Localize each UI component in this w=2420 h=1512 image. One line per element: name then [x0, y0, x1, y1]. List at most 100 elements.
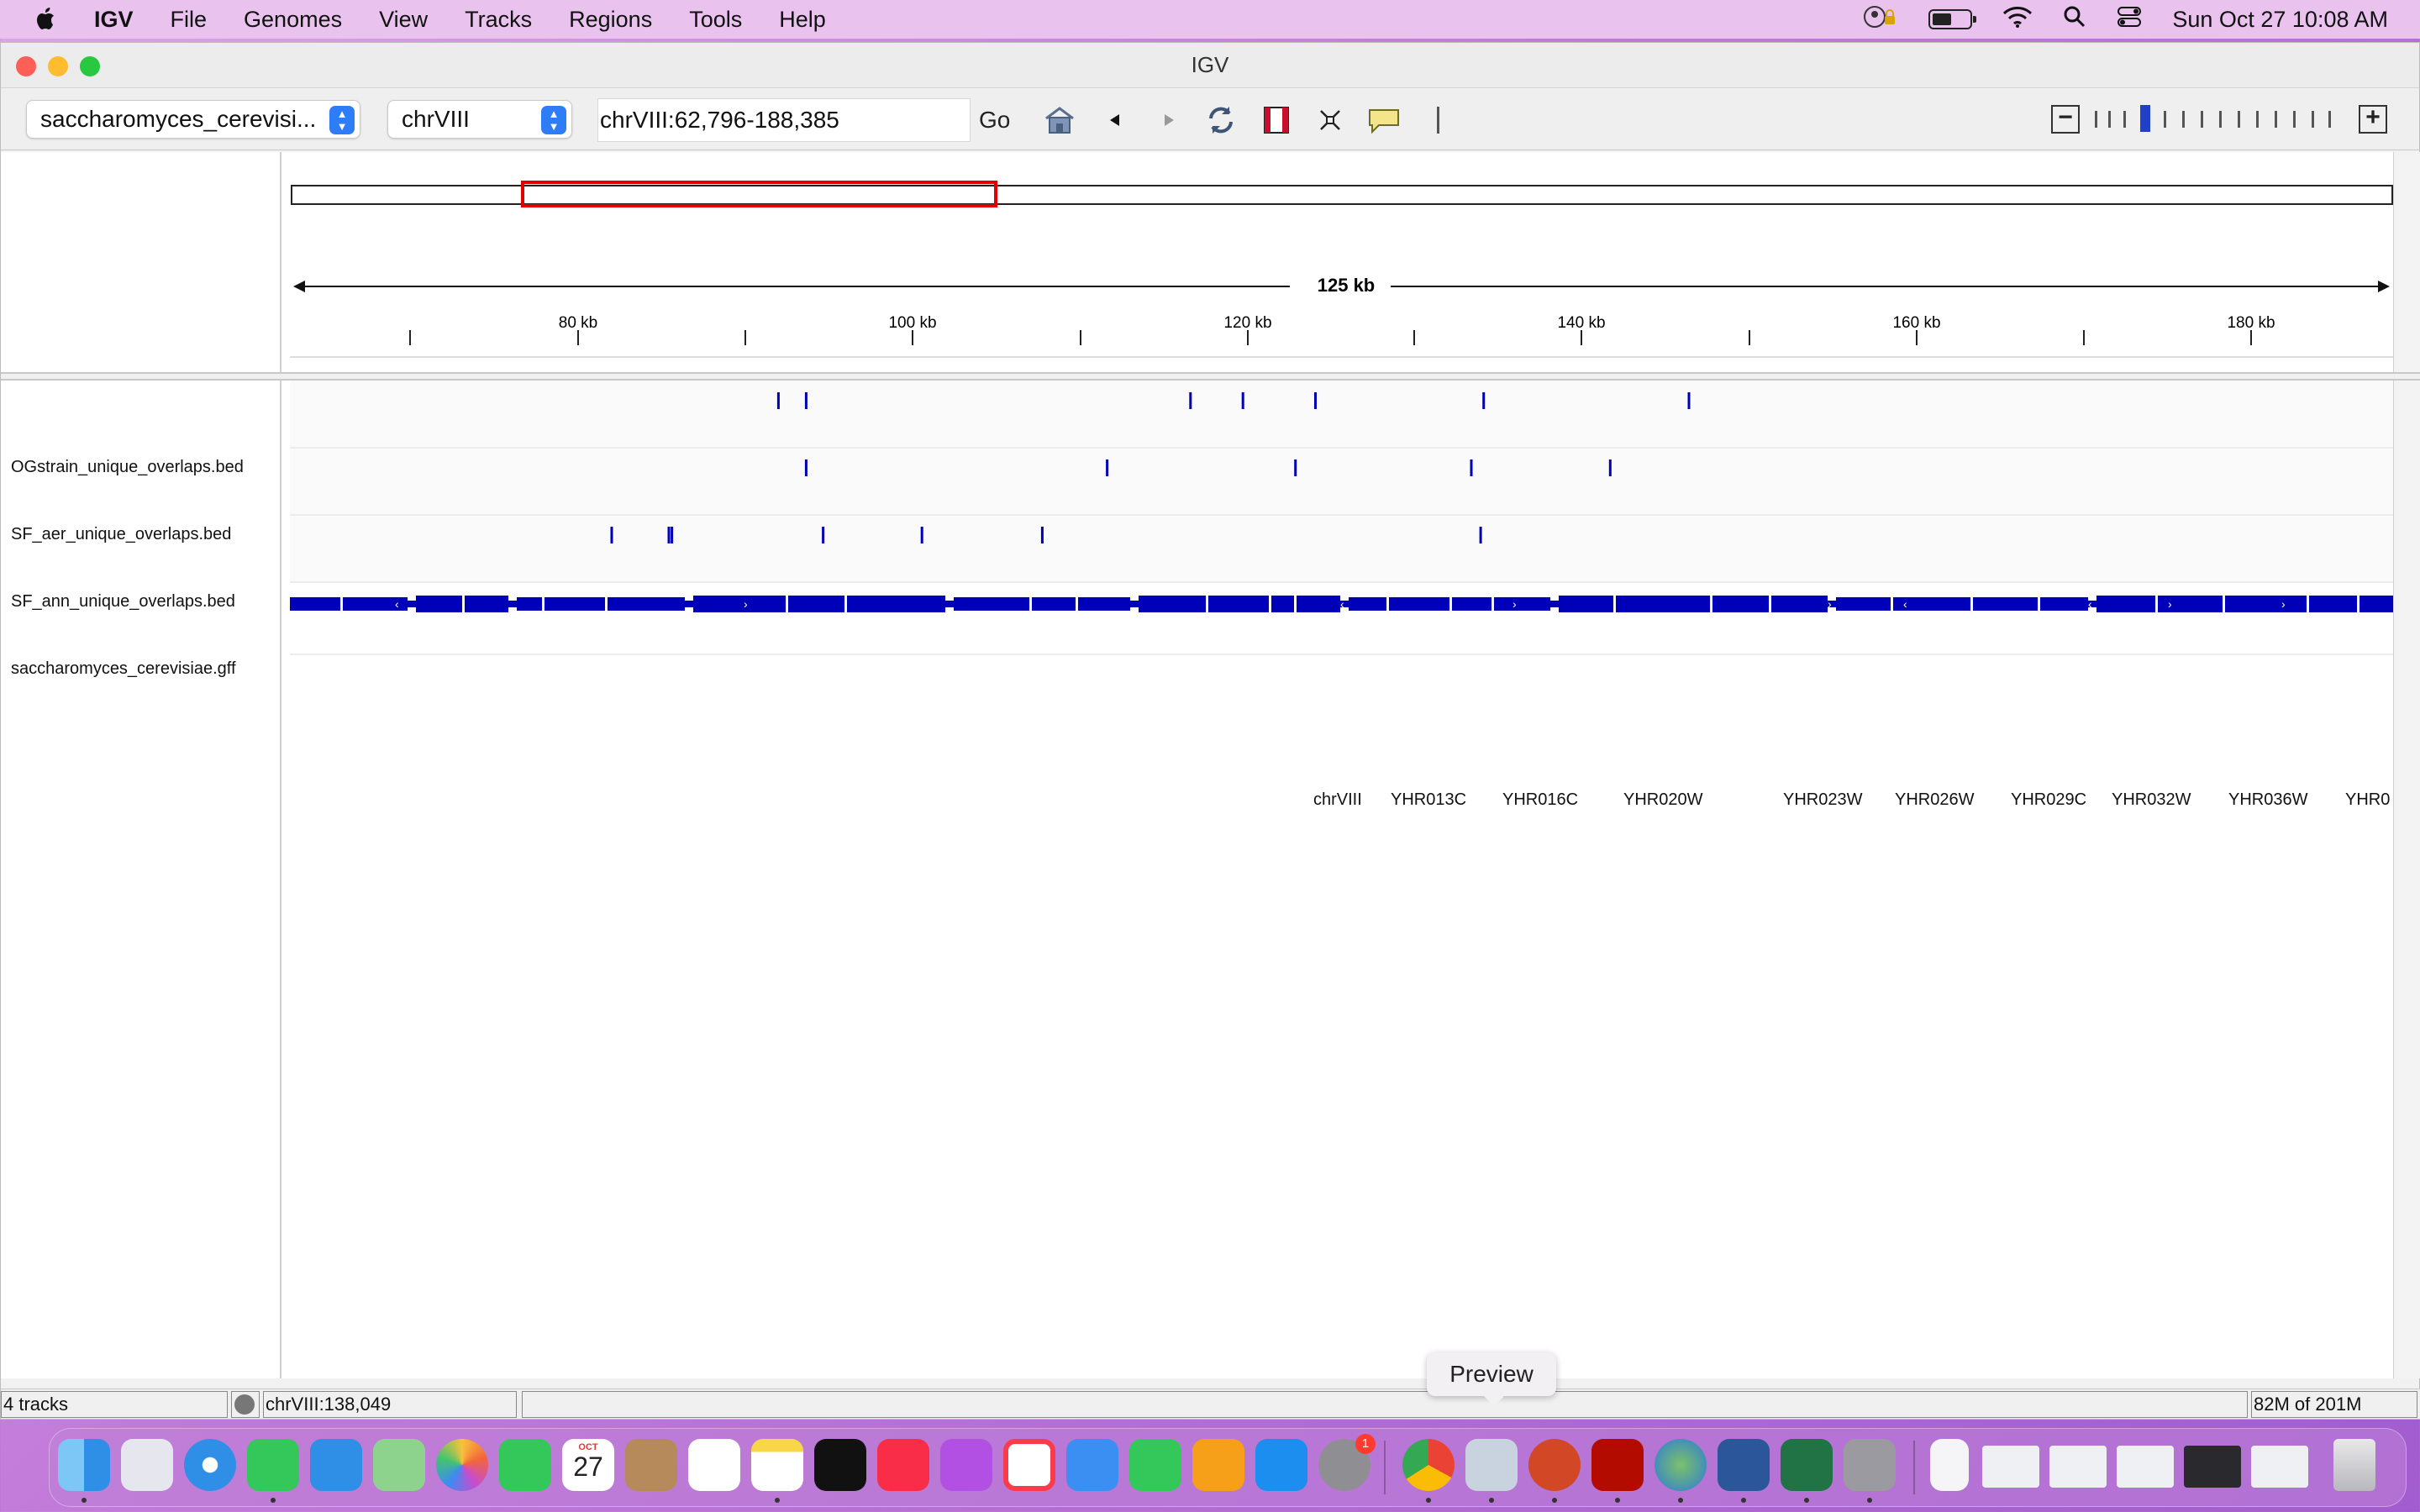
zoom-tick[interactable] [2164, 111, 2166, 128]
menubar-clock[interactable]: Sun Oct 27 10:08 AM [2172, 7, 2388, 33]
zoom-tick[interactable] [2219, 111, 2222, 128]
menu-tools[interactable]: Tools [689, 7, 742, 33]
system-preferences-icon[interactable]: 1 [1318, 1434, 1376, 1491]
minimized-window-thumbnail[interactable] [2251, 1446, 2308, 1488]
music-icon[interactable] [877, 1439, 929, 1491]
minimized-window-thumbnail[interactable] [1982, 1446, 2039, 1488]
podcasts-icon[interactable] [940, 1439, 992, 1491]
resize-to-window-icon[interactable] [1313, 103, 1347, 137]
back-arrow-icon[interactable] [1098, 103, 1132, 137]
vpn-icon[interactable] [1655, 1439, 1707, 1491]
gene-label[interactable]: YHR016C [1502, 790, 1578, 810]
zoom-tick[interactable] [2095, 111, 2097, 128]
igv-app-icon[interactable] [1844, 1439, 1896, 1491]
data-panel[interactable]: 125 kb 80 kb 100 kb 120 kb 140 kb 160 kb… [290, 152, 2393, 1378]
minimize-window-button[interactable] [48, 56, 68, 76]
bed-feature[interactable] [1040, 527, 1044, 543]
track-name-gff[interactable]: saccharomyces_cerevisiae.gff [11, 659, 236, 679]
locus-input[interactable]: chrVIII:62,796-188,385 [597, 98, 971, 142]
gene-label[interactable]: YHR013C [1391, 790, 1466, 810]
menu-app-igv[interactable]: IGV [94, 7, 134, 33]
contacts-icon[interactable] [625, 1439, 677, 1491]
word-icon[interactable] [1718, 1439, 1770, 1491]
zoom-tick[interactable] [2182, 111, 2185, 128]
zoom-in-button[interactable]: + [2359, 105, 2387, 134]
gene-label[interactable]: YHR032W [2112, 790, 2191, 810]
zoom-tick[interactable] [2238, 111, 2240, 128]
gene-label[interactable]: chrVIII [1313, 790, 1362, 810]
chromosome-select[interactable]: chrVIII ▲ ▼ [387, 100, 572, 139]
bed-feature[interactable] [1470, 459, 1473, 476]
excel-icon[interactable] [1781, 1439, 1833, 1491]
bed-feature[interactable] [667, 527, 671, 543]
zoom-tick[interactable] [2256, 111, 2259, 128]
facetime-icon[interactable] [499, 1439, 551, 1491]
gene-label[interactable]: YHR029C [2011, 790, 2086, 810]
forward-arrow-icon[interactable] [1152, 103, 1186, 137]
status-memory[interactable]: 82M of 201M [2251, 1391, 2417, 1418]
document-icon[interactable] [1930, 1439, 1969, 1491]
menu-regions[interactable]: Regions [569, 7, 652, 33]
powerpoint-icon[interactable] [1528, 1439, 1581, 1491]
notes-icon[interactable] [751, 1439, 803, 1491]
bed-feature[interactable] [1189, 392, 1192, 409]
numbers-icon[interactable] [1129, 1439, 1181, 1491]
close-window-button[interactable] [16, 56, 36, 76]
home-icon[interactable] [1043, 103, 1076, 137]
bed-feature[interactable] [822, 527, 825, 543]
minimized-window-thumbnail[interactable] [2184, 1446, 2241, 1488]
keynote-icon[interactable] [1066, 1439, 1118, 1491]
bed-feature[interactable] [776, 392, 780, 409]
calendar-icon[interactable]: OCT 27 [562, 1439, 614, 1491]
bed-feature[interactable] [1294, 459, 1297, 476]
zoom-window-button[interactable] [80, 56, 100, 76]
gene-label[interactable]: YHR036W [2228, 790, 2307, 810]
menu-view[interactable]: View [379, 7, 428, 33]
apple-tv-icon[interactable] [814, 1439, 866, 1491]
track-name-sf-aer[interactable]: SF_aer_unique_overlaps.bed [11, 525, 231, 544]
minimized-window-thumbnail[interactable] [2049, 1446, 2107, 1488]
bed-feature[interactable] [1314, 392, 1317, 409]
zoom-tick[interactable] [2293, 111, 2296, 128]
zoom-tick[interactable] [2275, 111, 2277, 128]
safari-icon[interactable] [184, 1439, 236, 1491]
genome-select[interactable]: saccharomyces_cerevisi... ▲ ▼ [26, 100, 360, 139]
bed-feature[interactable] [1687, 392, 1691, 409]
zoom-out-button[interactable]: − [2051, 105, 2080, 134]
news-icon[interactable] [1003, 1439, 1055, 1491]
acrobat-icon[interactable] [1591, 1439, 1644, 1491]
menu-help[interactable]: Help [779, 7, 826, 33]
bed-feature[interactable] [671, 527, 674, 543]
spotlight-search-icon[interactable] [2063, 5, 2086, 34]
minimized-window-thumbnail[interactable] [2117, 1446, 2174, 1488]
menu-file[interactable]: File [171, 7, 208, 33]
gene-label[interactable]: YHR026W [1895, 790, 1974, 810]
track-name-ogstrain[interactable]: OGstrain_unique_overlaps.bed [11, 458, 244, 477]
panel-divider[interactable] [1, 372, 2420, 381]
photos-icon[interactable] [436, 1439, 488, 1491]
zoom-tick[interactable] [2328, 111, 2331, 128]
messages-icon[interactable] [247, 1439, 299, 1491]
user-lock-icon[interactable] [1861, 4, 1898, 35]
scrollbar-track[interactable] [2393, 152, 2420, 1378]
bed-feature[interactable] [1241, 392, 1244, 409]
mail-icon[interactable] [310, 1439, 362, 1491]
app-store-icon[interactable] [1255, 1439, 1307, 1491]
finder-icon[interactable] [58, 1439, 110, 1491]
zoom-tick[interactable] [2108, 111, 2111, 128]
bed-feature[interactable] [920, 527, 923, 543]
region-of-interest-icon[interactable] [1260, 103, 1293, 137]
trash-icon[interactable] [2333, 1439, 2375, 1491]
bed-feature[interactable] [610, 527, 613, 543]
bed-feature[interactable] [1479, 527, 1482, 543]
bed-feature[interactable] [1106, 459, 1109, 476]
bed-feature[interactable] [1608, 459, 1612, 476]
zoom-tick[interactable] [2312, 111, 2314, 128]
zoom-tick[interactable] [2201, 111, 2203, 128]
apple-icon[interactable] [32, 5, 66, 34]
pages-icon[interactable] [1192, 1439, 1244, 1491]
bed-feature[interactable] [804, 392, 808, 409]
launchpad-icon[interactable] [121, 1439, 173, 1491]
zoom-tick[interactable] [2123, 111, 2126, 128]
go-button[interactable]: Go [979, 98, 1010, 142]
